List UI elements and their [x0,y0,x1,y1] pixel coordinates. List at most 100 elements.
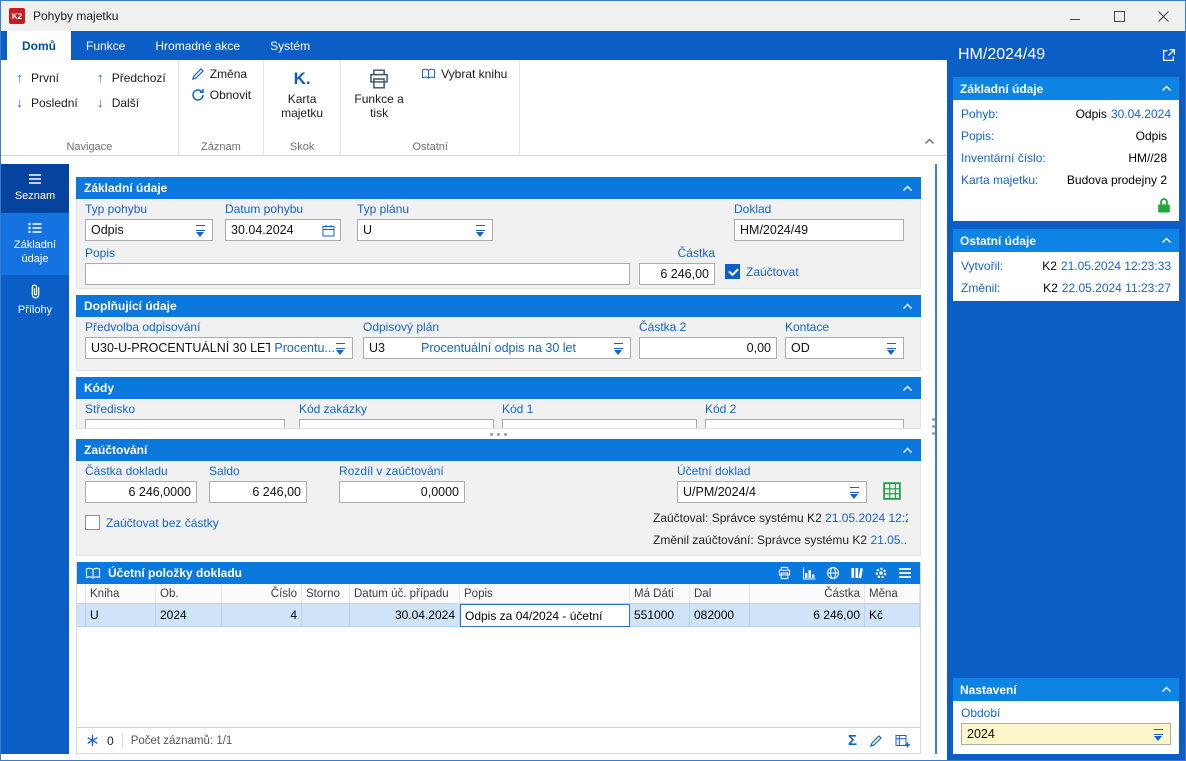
kod2-input[interactable] [705,419,904,428]
gear-icon[interactable] [874,566,888,580]
horizontal-splitter[interactable] [76,429,921,439]
vertical-splitter[interactable] [935,164,937,754]
zauctovat-bez-castky-checkbox[interactable]: Zaúčtovat bez částky [85,515,219,530]
sidebar-item-prilohy[interactable]: Přílohy [1,275,69,327]
close-button[interactable] [1141,1,1185,31]
open-in-window-icon[interactable] [1162,48,1176,62]
collapse-section-button[interactable] [902,385,913,392]
cell-cislo[interactable]: 4 [222,604,302,627]
section-title: Kódy [84,381,114,395]
collapse-section-button[interactable] [902,303,913,310]
splitter-handle[interactable] [932,418,935,435]
asterisk-icon[interactable] [86,734,99,747]
menu-icon[interactable] [898,567,912,579]
tab-hromadne-akce[interactable]: Hromadné akce [140,31,255,60]
ucetni-doklad-select[interactable]: U/PM/2024/4 [677,481,867,503]
kod-zakazky-input[interactable] [299,419,494,428]
column-header[interactable]: Má Dáti [630,584,690,603]
last-button[interactable]: ↓ Poslední [9,93,82,112]
cell-storno[interactable] [302,604,350,627]
bar-chart-icon[interactable] [802,566,816,580]
table-row[interactable]: U 2024 4 30.04.2024 Odpis za 04/2024 - ú… [77,604,920,627]
datum-pohybu-input[interactable]: 30.04.2024 [225,219,341,241]
refresh-button[interactable]: Obnovit [187,86,255,104]
column-header[interactable]: Měna [865,584,920,603]
collapse-section-button[interactable] [1161,237,1172,244]
next-button[interactable]: ↓ Další [90,93,170,112]
castka-input[interactable]: 6 246,00 [639,263,715,285]
change-button[interactable]: Změna [187,65,255,83]
kod1-input[interactable] [502,419,697,428]
app-window: K2 Pohyby majetku Domů Funkce Hromadné a… [0,0,1186,761]
rozdil-input[interactable]: 0,0000 [339,481,465,503]
last-label: Poslední [31,95,78,110]
typ-planu-select[interactable]: U [357,219,493,241]
cell-obdobi[interactable]: 2024 [156,604,222,627]
cell-mena[interactable]: Kč [865,604,920,627]
sidebar-item-zakladni-udaje[interactable]: Základní údaje [1,212,69,276]
column-header[interactable]: Částka [750,584,865,603]
print-icon[interactable] [777,566,792,580]
chevron-down-icon[interactable] [1152,728,1165,741]
typ-pohybu-select[interactable]: Odpis [85,219,213,241]
chevron-down-icon[interactable] [334,342,347,355]
obdobi-select[interactable]: 2024 [961,723,1171,745]
ledger-icon[interactable] [883,482,901,500]
sidebar-item-seznam[interactable]: Seznam [1,164,69,213]
collapse-ribbon-button[interactable] [924,132,935,150]
globe-icon[interactable] [826,566,840,580]
karta-majetku-button[interactable]: K. Karta majetku [272,65,332,124]
column-header[interactable]: Ob. [156,584,222,603]
minimize-button[interactable] [1053,1,1097,31]
funkce-a-tisk-button[interactable]: Funkce a tisk [349,65,409,124]
refresh-icon [192,89,204,101]
collapse-section-button[interactable] [1161,686,1172,693]
books-icon[interactable] [850,566,864,580]
previous-button[interactable]: ↑ Předchozí [90,68,170,87]
chevron-down-icon[interactable] [474,224,487,237]
add-table-icon[interactable] [895,734,911,748]
castka-dokladu-input[interactable]: 6 246,0000 [85,481,197,503]
tab-system[interactable]: Systém [255,31,325,60]
saldo-input[interactable]: 6 246,00 [209,481,307,503]
popis-input[interactable] [85,263,630,285]
tab-domu[interactable]: Domů [7,31,71,60]
column-header[interactable]: Číslo [222,584,302,603]
checkbox-icon [85,515,100,530]
cell-kniha[interactable]: U [86,604,156,627]
column-header[interactable]: Popis [460,584,630,603]
column-header[interactable]: Dal [690,584,750,603]
cell-castka[interactable]: 6 246,00 [750,604,865,627]
cell-datum[interactable]: 30.04.2024 [350,604,460,627]
castka2-input[interactable]: 0,00 [639,337,777,359]
column-header[interactable]: Kniha [86,584,156,603]
collapse-section-button[interactable] [902,447,913,454]
ribbon-tab-bar: Domů Funkce Hromadné akce Systém [1,31,947,60]
column-header[interactable]: Datum úč. případu [350,584,460,603]
sum-icon[interactable]: Σ [848,733,857,748]
calendar-icon[interactable] [322,224,335,237]
record-id-title: HM/2024/49 [958,46,1046,63]
cell-ma-dati[interactable]: 551000 [630,604,690,627]
predvolba-select[interactable]: U30-U-PROCENTUÁLNÍ 30 LET Procentu... [85,337,353,359]
chevron-down-icon[interactable] [612,342,625,355]
cell-popis[interactable]: Odpis za 04/2024 - účetní [460,604,630,627]
stredisko-input[interactable] [85,419,285,428]
collapse-section-button[interactable] [1161,85,1172,92]
chevron-down-icon[interactable] [885,342,898,355]
kontace-select[interactable]: OD [785,337,904,359]
odpisovy-plan-select[interactable]: U3 Procentuální odpis na 30 let [363,337,631,359]
cell-dal[interactable]: 082000 [690,604,750,627]
collapse-section-button[interactable] [902,185,913,192]
zauctovat-checkbox[interactable]: Zaúčtovat [725,264,799,279]
maximize-button[interactable] [1097,1,1141,31]
chevron-up-icon [903,303,912,309]
vybrat-knihu-button[interactable]: Vybrat knihu [417,65,511,83]
edit-icon[interactable] [869,734,883,748]
tab-funkce[interactable]: Funkce [71,31,140,60]
column-header[interactable]: Storno [302,584,350,603]
chevron-down-icon[interactable] [194,224,207,237]
first-button[interactable]: ↑ První [9,68,82,87]
chevron-down-icon[interactable] [848,486,861,499]
doklad-input[interactable]: HM/2024/49 [734,219,904,241]
